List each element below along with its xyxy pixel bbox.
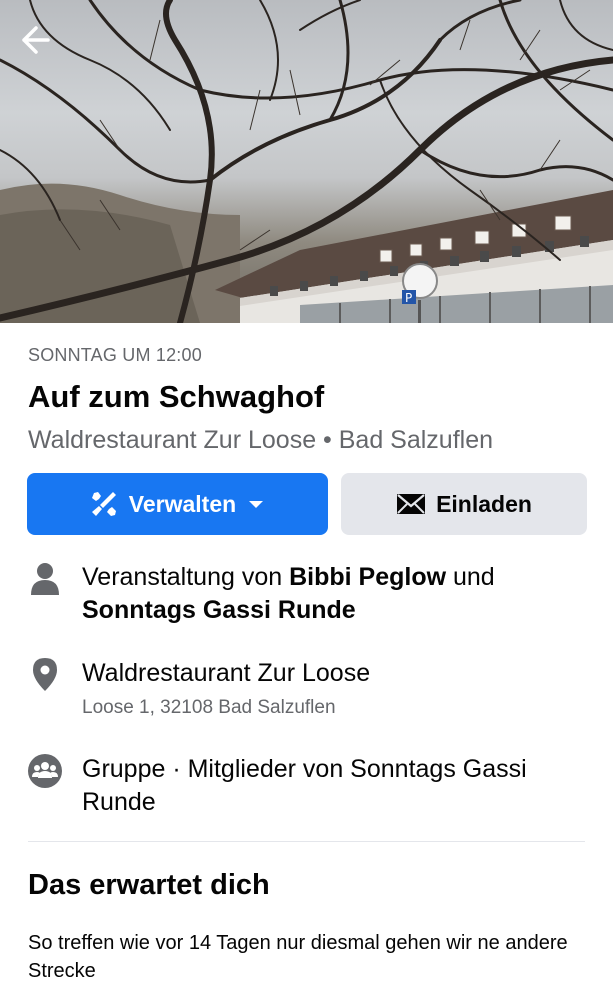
parking-sign-letter: P bbox=[405, 291, 412, 305]
host-text: Veranstaltung von Bibbi Peglow und Sonnt… bbox=[82, 561, 582, 627]
host-group-link[interactable]: Sonntags Gassi Runde bbox=[82, 596, 356, 624]
group-icon bbox=[28, 754, 62, 788]
arrow-left-icon bbox=[22, 26, 50, 54]
venue-text: Waldrestaurant Zur Loose Loose 1, 32108 … bbox=[82, 657, 582, 720]
cover-photo: P bbox=[0, 0, 613, 323]
event-location-line[interactable]: Waldrestaurant Zur Loose • Bad Salzuflen bbox=[28, 426, 493, 455]
privacy-text: Gruppe · Mitglieder von Sonntags Gassi R… bbox=[82, 755, 527, 816]
venue-address: Loose 1, 32108 Bad Salzuflen bbox=[82, 697, 336, 718]
person-icon bbox=[31, 563, 59, 595]
venue-row[interactable]: Waldrestaurant Zur Loose Loose 1, 32108 … bbox=[28, 657, 588, 727]
privacy-row: Gruppe · Mitglieder von Sonntags Gassi R… bbox=[28, 753, 588, 825]
host-prefix: Veranstaltung von bbox=[82, 563, 290, 591]
manage-button[interactable]: Verwalten bbox=[27, 473, 328, 535]
host-name-link[interactable]: Bibbi Peglow bbox=[289, 563, 446, 591]
envelope-icon bbox=[397, 494, 426, 514]
caret-down-icon bbox=[249, 501, 264, 508]
cover-photo-illustration: P bbox=[0, 0, 613, 323]
host-joiner: und bbox=[446, 563, 495, 591]
invite-button-label: Einladen bbox=[436, 490, 532, 517]
event-date: SONNTAG UM 12:00 bbox=[28, 345, 202, 365]
invite-button[interactable]: Einladen bbox=[341, 473, 587, 535]
section-divider bbox=[28, 841, 585, 842]
host-row: Veranstaltung von Bibbi Peglow und Sonnt… bbox=[28, 561, 588, 633]
venue-name: Waldrestaurant Zur Loose bbox=[82, 659, 371, 687]
tools-icon bbox=[91, 492, 116, 516]
about-text: So treffen wie vor 14 Tagen nur diesmal … bbox=[28, 932, 568, 982]
location-pin-icon bbox=[33, 658, 57, 691]
about-heading: Das erwartet dich bbox=[28, 869, 270, 901]
back-button[interactable] bbox=[16, 22, 64, 70]
manage-button-label: Verwalten bbox=[128, 490, 237, 517]
event-title: Auf zum Schwaghof bbox=[28, 379, 325, 414]
